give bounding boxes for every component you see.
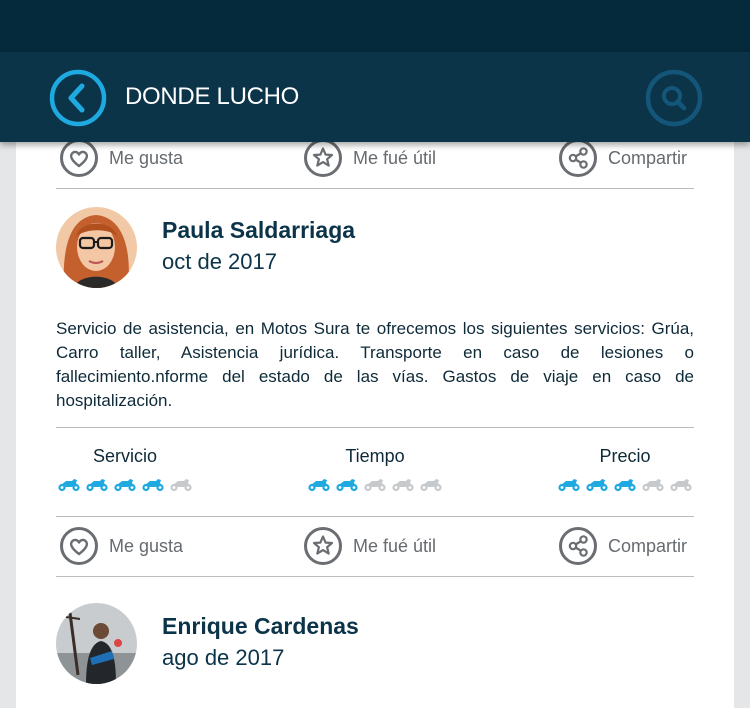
motorcycle-empty-icon (170, 479, 192, 492)
motorcycle-filled-icon (336, 479, 358, 492)
share-button[interactable]: Compartir (558, 524, 687, 568)
back-button[interactable] (48, 68, 108, 128)
review-text: Servicio de asistencia, en Motos Sura te… (56, 319, 694, 410)
star-icon (304, 527, 342, 565)
like-label: Me gusta (109, 535, 184, 556)
review-actions: Me gusta Me fué útil Compartir (56, 142, 694, 180)
motorcycle-filled-icon (308, 479, 330, 492)
motorcycle-filled-icon (142, 479, 164, 492)
user-photo (56, 603, 137, 684)
reviews-card: Me gusta Me fué útil Compartir Paula Sal… (16, 142, 734, 708)
motorcycle-empty-icon (364, 479, 386, 492)
share-icon (559, 142, 597, 177)
rating-tiempo: Tiempo (300, 446, 450, 492)
motorcycle-empty-icon (642, 479, 664, 492)
useful-button[interactable]: Me fué útil (303, 142, 436, 180)
review-author: Paula Saldarriaga (162, 217, 356, 243)
divider (56, 576, 694, 577)
divider (56, 427, 694, 428)
heart-icon (60, 142, 98, 177)
avatar[interactable] (56, 207, 137, 288)
motorcycle-filled-icon (86, 479, 108, 492)
review-date: oct de 2017 (162, 249, 277, 274)
rating-label: Tiempo (345, 446, 405, 466)
share-label: Compartir (608, 535, 688, 556)
motorcycle-empty-icon (420, 479, 442, 492)
motorcycle-filled-icon (586, 479, 608, 492)
motorcycle-filled-icon (558, 479, 580, 492)
motorcycle-empty-icon (670, 479, 692, 492)
like-label: Me gusta (109, 147, 184, 168)
search-icon (645, 69, 703, 127)
app-bar: DONDE LUCHO (0, 52, 750, 142)
motorcycle-filled-icon (58, 479, 80, 492)
rating-servicio: Servicio (50, 446, 200, 492)
motorcycle-empty-icon (392, 479, 414, 492)
review-date: ago de 2017 (162, 645, 285, 670)
divider (56, 188, 694, 189)
star-icon (304, 142, 342, 177)
share-button[interactable]: Compartir (558, 142, 687, 180)
user-photo (56, 207, 137, 288)
heart-icon (60, 527, 98, 565)
rating-icons (50, 478, 200, 492)
useful-label: Me fué útil (353, 535, 437, 556)
search-button[interactable] (644, 68, 704, 128)
rating-label: Servicio (92, 446, 158, 466)
review-author: Enrique Cardenas (162, 613, 359, 639)
rating-precio: Precio (550, 446, 700, 492)
share-icon (559, 527, 597, 565)
useful-button[interactable]: Me fué útil (303, 524, 436, 568)
share-label: Compartir (608, 147, 688, 168)
motorcycle-filled-icon (614, 479, 636, 492)
rating-icons (550, 478, 700, 492)
review-actions: Me gusta Me fué útil Compartir (56, 524, 694, 568)
motorcycle-filled-icon (114, 479, 136, 492)
review-ratings: Servicio Tiempo Precio (56, 446, 694, 506)
like-button[interactable]: Me gusta (59, 142, 183, 180)
page-title: DONDE LUCHO (125, 83, 300, 110)
rating-label: Precio (599, 446, 651, 466)
like-button[interactable]: Me gusta (59, 524, 183, 568)
avatar[interactable] (56, 603, 137, 684)
rating-icons (300, 478, 450, 492)
useful-label: Me fué útil (353, 147, 437, 168)
chevron-left-icon (49, 69, 107, 127)
divider (56, 516, 694, 517)
status-bar (0, 0, 750, 52)
